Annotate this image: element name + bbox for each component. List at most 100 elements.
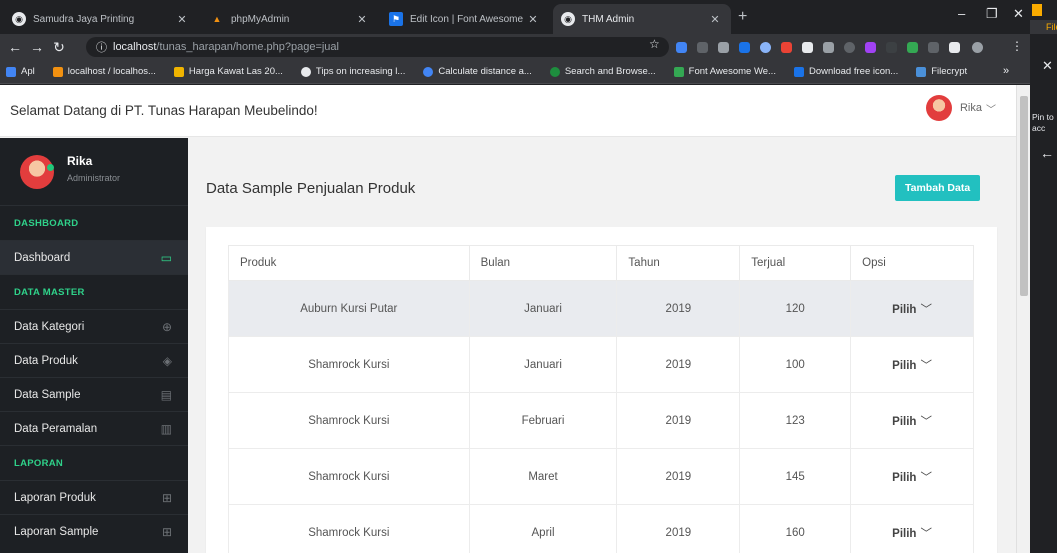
tab-title: Samudra Jaya Printing	[33, 13, 135, 25]
page-viewport: Selamat Datang di PT. Tunas Harapan Meub…	[0, 85, 1030, 553]
maximize-icon[interactable]: ❐	[986, 6, 998, 22]
cell-tahun: 2019	[616, 336, 741, 393]
bookmark-star-icon[interactable]: ☆	[649, 37, 660, 51]
reload-icon[interactable]: ↻	[48, 39, 70, 56]
sidebar-item-dashboard[interactable]: Dashboard ▭	[0, 240, 188, 274]
cell-tahun: 2019	[616, 280, 741, 337]
app-header: Selamat Datang di PT. Tunas Harapan Meub…	[0, 85, 1016, 137]
table-row: Shamrock Kursi Januari 2019 100 Pilih ﹀	[228, 336, 974, 393]
sidebar-item-data-kategori[interactable]: Data Kategori ⊕	[0, 309, 188, 343]
minimize-icon[interactable]: –	[958, 6, 965, 21]
bookmark-item[interactable]: Font Awesome We...	[673, 66, 776, 77]
cell-bulan: April	[468, 504, 618, 553]
extension-icon[interactable]	[697, 42, 708, 53]
globe-icon: ◉	[561, 12, 575, 26]
chevron-down-icon: ﹀	[986, 104, 996, 116]
filecrypt-icon	[916, 66, 927, 77]
puzzle-icon[interactable]	[949, 42, 960, 53]
page-title: Data Sample Penjualan Produk	[206, 180, 416, 197]
online-status-dot	[47, 164, 54, 171]
cell-bulan: Februari	[468, 392, 618, 449]
sidebar-item-laporan-sample[interactable]: Laporan Sample ⊞	[0, 514, 188, 548]
options-dropdown[interactable]: Pilih ﹀	[850, 392, 974, 449]
back-arrow-icon[interactable]: ←	[1040, 145, 1054, 161]
browser-tab-active[interactable]: ◉ THM Admin ✕	[553, 4, 731, 34]
sidebar: Rika Administrator DASHBOARD Dashboard ▭…	[0, 138, 188, 553]
user-menu[interactable]: Rika ﹀	[925, 95, 996, 121]
table-header-row: Produk Bulan Tahun Terjual Opsi	[228, 245, 974, 281]
bookmark-label: Tips on increasing l...	[315, 66, 406, 77]
extension-icon[interactable]	[802, 42, 813, 53]
bookmark-item[interactable]: localhost / localhos...	[52, 66, 156, 77]
extension-icon[interactable]	[823, 42, 834, 53]
chevron-down-icon: ﹀	[920, 359, 932, 372]
add-data-button[interactable]: Tambah Data	[895, 175, 981, 201]
close-window-icon[interactable]: ✕	[1013, 6, 1024, 22]
cell-produk: Shamrock Kursi	[228, 448, 470, 505]
extension-icon[interactable]	[760, 42, 771, 53]
options-dropdown[interactable]: Pilih ﹀	[850, 280, 974, 337]
browser-toolbar: ← → ↻ ⓘ localhost/tunas_harapan/home.php…	[0, 34, 1030, 60]
section-laporan: LAPORAN	[0, 445, 188, 480]
sidebar-item-data-sample[interactable]: Data Sample ▤	[0, 377, 188, 411]
bookmark-item[interactable]: Harga Kawat Las 20...	[173, 66, 283, 77]
close-tab-icon[interactable]: ✕	[354, 13, 370, 26]
close-icon[interactable]: ✕	[1042, 58, 1053, 74]
bookmark-label: localhost / localhos...	[67, 66, 156, 77]
bookmark-item[interactable]: Tips on increasing l...	[300, 66, 406, 77]
file-menu[interactable]: File	[1046, 22, 1057, 32]
profile-name: Rika	[67, 154, 93, 168]
extension-icon[interactable]	[844, 42, 855, 53]
info-icon[interactable]: ⓘ	[96, 39, 107, 55]
forward-icon[interactable]: →	[26, 39, 48, 55]
extension-icon[interactable]	[781, 42, 792, 53]
bookmark-label: Font Awesome We...	[688, 66, 776, 77]
address-bar[interactable]: ⓘ localhost/tunas_harapan/home.php?page=…	[86, 37, 669, 57]
browser-tabstrip: ◉ Samudra Jaya Printing ✕ ▲ phpMyAdmin ✕…	[0, 0, 1030, 34]
browser-tab[interactable]: ◉ Samudra Jaya Printing ✕	[4, 4, 198, 34]
options-dropdown[interactable]: Pilih ﹀	[850, 448, 974, 505]
extension-icon[interactable]	[907, 42, 918, 53]
sidebar-item-data-produk[interactable]: Data Produk ◈	[0, 343, 188, 377]
bookmark-item[interactable]: Filecrypt	[916, 66, 967, 77]
close-tab-icon[interactable]: ✕	[174, 13, 190, 26]
download-icon	[793, 66, 804, 77]
bookmarks-more-icon[interactable]: »	[1003, 65, 1009, 77]
cell-bulan: Januari	[468, 336, 618, 393]
options-dropdown[interactable]: Pilih ﹀	[850, 504, 974, 553]
browser-tab[interactable]: ⚑ Edit Icon | Font Awesome ✕	[381, 4, 549, 34]
shop-icon	[173, 66, 184, 77]
bookmark-item[interactable]: Download free icon...	[793, 66, 898, 77]
browser-tab[interactable]: ▲ phpMyAdmin ✕	[202, 4, 378, 34]
close-tab-icon[interactable]: ✕	[707, 13, 723, 26]
extension-icon[interactable]	[718, 42, 729, 53]
extension-icon[interactable]	[676, 42, 687, 53]
extension-icon[interactable]	[886, 42, 897, 53]
profile-icon[interactable]	[972, 42, 983, 53]
column-header: Opsi	[850, 245, 974, 281]
chevron-down-icon: ﹀	[920, 415, 932, 428]
extension-icon[interactable]	[739, 42, 750, 53]
sidebar-item-label: Laporan Produk	[14, 491, 96, 504]
bookmark-item[interactable]: Apl	[6, 66, 35, 77]
scrollbar-thumb[interactable]	[1020, 96, 1028, 296]
bookmark-item[interactable]: Calculate distance a...	[423, 66, 532, 77]
extension-icon[interactable]	[928, 42, 939, 53]
cell-terjual: 123	[739, 392, 852, 449]
close-tab-icon[interactable]: ✕	[525, 13, 541, 26]
sidebar-item-laporan-produk[interactable]: Laporan Produk ⊞	[0, 480, 188, 514]
extension-icon[interactable]	[865, 42, 876, 53]
sidebar-item-label: Data Produk	[14, 354, 78, 367]
page-scrollbar[interactable]	[1016, 85, 1030, 553]
bookmark-item[interactable]: Search and Browse...	[549, 66, 656, 77]
options-dropdown[interactable]: Pilih ﹀	[850, 336, 974, 393]
options-label: Pilih	[892, 303, 917, 316]
url-host: localhost	[113, 41, 157, 53]
sidebar-item-data-peramalan[interactable]: Data Peramalan ▥	[0, 411, 188, 445]
back-icon[interactable]: ←	[4, 39, 26, 55]
pin-line: Pin to	[1032, 112, 1054, 122]
new-tab-icon[interactable]: +	[738, 8, 747, 26]
menu-kebab-icon[interactable]: ⋮	[1011, 39, 1023, 53]
bookmark-label: Apl	[21, 66, 35, 77]
cell-tahun: 2019	[616, 448, 741, 505]
